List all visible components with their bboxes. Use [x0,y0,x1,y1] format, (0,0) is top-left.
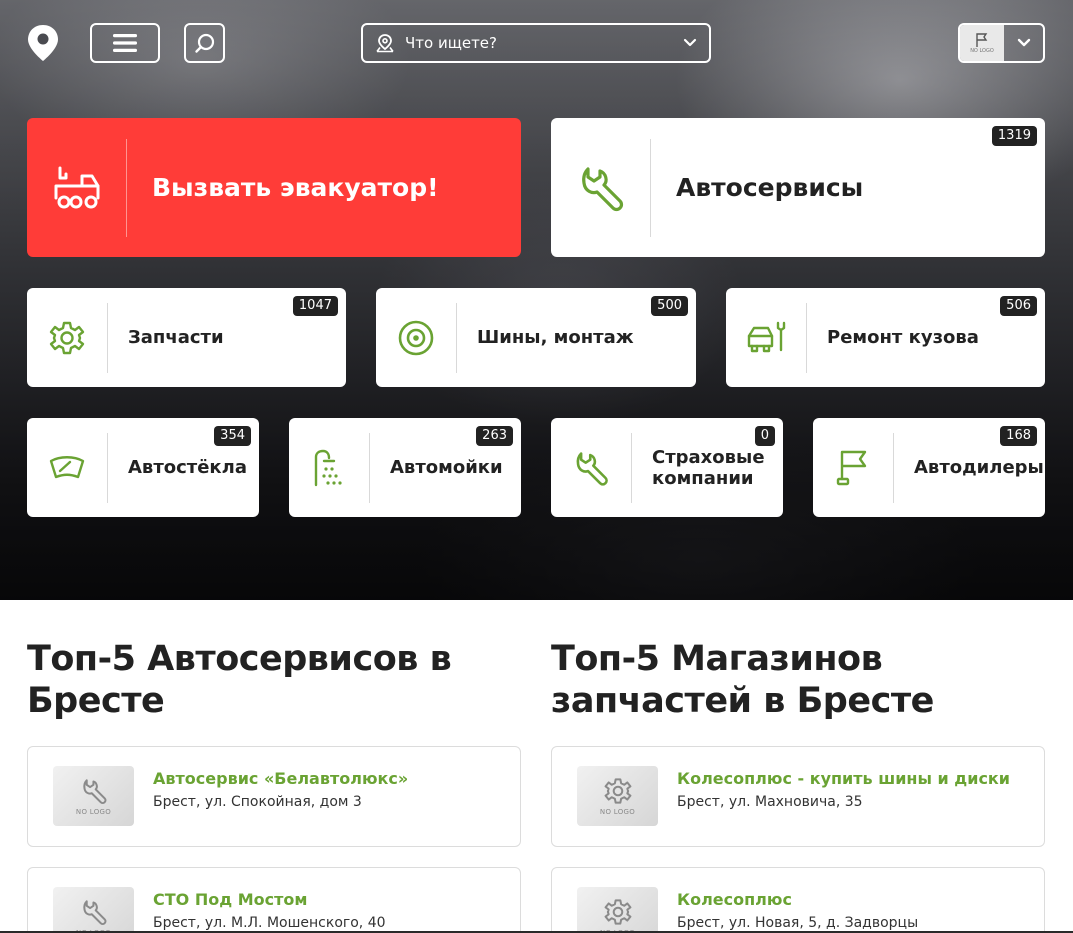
city-logo-text: NO LOGO [970,48,994,54]
tile-label: Автосервисы [676,173,864,202]
item-name-link[interactable]: СТО Под Мостом [153,890,307,909]
no-logo-image: NO LOGO [53,766,134,826]
wrench-icon [82,778,106,804]
tile-tires[interactable]: Шины, монтаж 500 [376,288,696,387]
wrench-icon [576,451,608,486]
no-logo-image: NO LOGO [577,766,658,826]
tile-autoservices[interactable]: Автосервисы 1319 [551,118,1045,257]
tile-body-repair[interactable]: Ремонт кузова 506 [726,288,1045,387]
list-item[interactable]: NO LOGO Колесоплюс Брест, ул. Новая, 5, … [551,867,1045,933]
location-logo-icon[interactable] [26,24,60,62]
tile-glass[interactable]: Автостёкла 354 [27,418,259,517]
item-address: Брест, ул. Махновича, 35 [677,794,863,810]
no-logo-text: NO LOGO [75,807,112,816]
tow-truck-icon [54,166,99,208]
chevron-down-icon [683,38,697,47]
wrench-icon [82,899,106,925]
count-badge: 1319 [991,126,1037,146]
gear-icon [604,898,631,925]
windshield-icon [49,455,85,478]
tile-carwash[interactable]: Автомойки 263 [289,418,521,517]
flag-icon [976,33,988,47]
map-pin-icon [376,34,394,53]
tile-insurance[interactable]: Страховые компании 0 [551,418,783,517]
no-logo-image: NO LOGO [53,887,134,933]
city-logo: NO LOGO [960,25,1004,61]
tire-icon [398,320,434,355]
tile-label: Вызвать эвакуатор! [152,173,439,202]
tile-label: Автостёкла [128,457,247,478]
top-services-title: Топ-5 Автосервисов в Бресте [27,639,452,721]
gear-icon [604,777,631,804]
menu-button[interactable] [90,23,160,63]
item-address: Брест, ул. Новая, 5, д. Задворцы [677,915,919,931]
tile-label: Ремонт кузова [827,327,979,348]
tile-label: Запчасти [128,327,224,348]
item-name-link[interactable]: Автосервис «Белавтолюкс» [153,769,408,788]
count-badge: 354 [214,426,251,446]
flag-icon [836,450,867,485]
tile-label: Автомойки [390,457,503,478]
search-placeholder: Что ищете? [405,34,497,52]
tile-parts[interactable]: Запчасти 1047 [27,288,346,387]
item-name-link[interactable]: Колесоплюс [677,890,792,909]
search-button[interactable] [184,23,225,63]
car-wash-icon [314,449,342,486]
tile-label: Шины, монтаж [477,327,634,348]
no-logo-image: NO LOGO [577,887,658,933]
no-logo-text: NO LOGO [599,807,636,816]
list-item[interactable]: NO LOGO Автосервис «Белавтолюкс» Брест, … [27,746,521,847]
list-item[interactable]: NO LOGO СТО Под Мостом Брест, ул. М.Л. М… [27,867,521,933]
tile-label: Страховые компании [652,446,765,489]
wrench-icon [581,166,623,211]
tile-label: Автодилеры [914,457,1044,478]
item-address: Брест, ул. Спокойная, дом 3 [153,794,362,810]
search-dropdown[interactable]: Что ищете? [361,23,711,63]
count-badge: 168 [1000,426,1037,446]
count-badge: 0 [754,426,775,446]
chevron-down-icon [1017,38,1030,47]
count-badge: 1047 [292,296,338,316]
car-repair-icon [747,321,786,352]
city-selector[interactable]: NO LOGO [958,23,1045,63]
search-icon [194,33,214,53]
item-address: Брест, ул. М.Л. Мошенского, 40 [153,915,386,931]
list-item[interactable]: NO LOGO Колесоплюс - купить шины и диски… [551,746,1045,847]
gear-icon [49,321,85,354]
tile-tow-truck[interactable]: Вызвать эвакуатор! [27,118,521,257]
item-name-link[interactable]: Колесоплюс - купить шины и диски [677,769,1010,788]
count-badge: 263 [476,426,513,446]
top-parts-title: Топ-5 Магазинов запчастей в Бресте [551,639,934,721]
hamburger-icon [113,34,137,52]
count-badge: 506 [1000,296,1037,316]
count-badge: 500 [651,296,688,316]
tile-dealers[interactable]: Автодилеры 168 [813,418,1045,517]
